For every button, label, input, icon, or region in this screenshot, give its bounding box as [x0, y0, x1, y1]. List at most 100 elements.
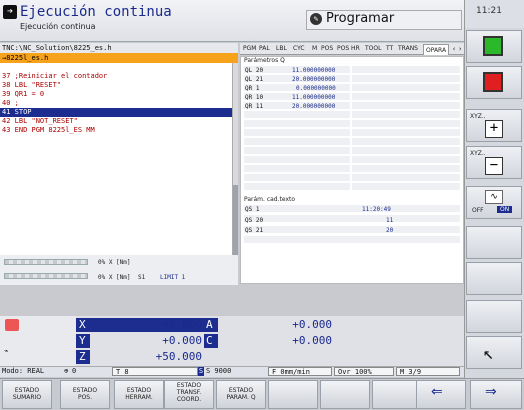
q-param-value: 0.000000000 — [296, 85, 336, 92]
program-file[interactable]: →8225l_es.h — [0, 53, 238, 63]
q-param-name: QR 1 — [245, 85, 260, 92]
mode-subtitle: Ejecución continua — [20, 22, 96, 31]
q-param-name: QR 11 — [245, 103, 264, 110]
softkey-empty[interactable] — [466, 262, 522, 295]
tab-pgm[interactable]: PGM — [243, 45, 256, 52]
zoom-out-button[interactable]: XYZ.. − — [466, 146, 522, 179]
softkey-page-back[interactable]: ⇐ — [416, 380, 466, 409]
axis-c-label: C — [204, 334, 218, 348]
nc-stop-button[interactable] — [466, 66, 522, 99]
qs-param-name: QS 1 — [245, 206, 260, 213]
spindle-icon: S — [198, 367, 204, 376]
spindle-override-label: 0% X [Nm] — [98, 274, 131, 281]
datum-value: 0 — [72, 367, 77, 375]
qs-param-value: 20 — [386, 227, 394, 234]
program-path: TNC:\NC_Solution\8225_es.h — [0, 43, 238, 53]
tab-cyc[interactable]: CYC — [293, 45, 305, 52]
q-param-name: QR 10 — [245, 94, 264, 101]
nc-stop-icon — [483, 72, 503, 92]
program-listing[interactable]: 37 ;Reiniciar el contador 38 LBL "RESET"… — [0, 63, 232, 285]
tab-tt[interactable]: TT — [386, 45, 393, 52]
feed-mode-icon: ⌁ — [4, 347, 9, 355]
q-param-value: 11.000000000 — [292, 94, 336, 101]
softkey-estado-param-q[interactable]: ESTADO PARAM. Q — [216, 380, 266, 409]
tab-pal[interactable]: PAL — [259, 45, 270, 52]
program-mode-icon: ✎ — [310, 13, 322, 25]
status-line — [0, 366, 464, 377]
spindle-override-bar — [4, 273, 88, 279]
spindle-s1-label: S1 — [138, 274, 146, 281]
q-params-group-label: Parámetros Q — [244, 57, 285, 64]
page-navigate-button[interactable]: ↖ — [466, 336, 522, 369]
axis-z-value: +50.000 — [155, 350, 202, 363]
softkey-estado-transf[interactable]: ESTADO TRANSF. COORD. — [164, 380, 214, 409]
tab-pos[interactable]: POS — [321, 45, 333, 52]
softkey-estado-pos[interactable]: ESTADO POS. — [60, 380, 110, 409]
arrow-diagonal-icon: ↖ — [483, 343, 494, 364]
feed-override-bar — [4, 259, 88, 265]
mode-title: Ejecución continua — [20, 4, 172, 20]
q-param-name: QL 20 — [245, 67, 264, 74]
program-line-selected[interactable]: 41 STOP — [0, 108, 232, 117]
axis-y-label: Y — [76, 334, 90, 348]
tab-m[interactable]: M — [312, 45, 317, 52]
qs-param-name: QS 20 — [245, 217, 264, 224]
softkey-empty[interactable] — [466, 226, 522, 259]
softkey-empty[interactable] — [372, 380, 422, 409]
zoom-in-button[interactable]: XYZ.. + — [466, 109, 522, 142]
softkey-estado-herram[interactable]: ESTADO HERRAM. — [114, 380, 164, 409]
stop-icon — [5, 319, 19, 331]
qs-param-value: 11 — [386, 217, 394, 224]
qs-params-group-label: Parám. cad.texto — [244, 196, 296, 203]
mode-indicator: Modo: REAL — [2, 367, 45, 375]
tab-lbl[interactable]: LBL — [276, 45, 287, 52]
datum-icon: ⊕ — [64, 367, 69, 375]
axis-z-label: Z — [76, 350, 90, 364]
override-panel: 0% X [Nm] 0% X [Nm] S1 LIMIT 1 — [0, 255, 238, 285]
program-line[interactable]: 43 END PGM 8225l_ES MM — [2, 126, 95, 135]
tab-tool[interactable]: TOOL — [365, 45, 381, 52]
spindle-indicator: S 9000 — [206, 367, 232, 375]
program-line[interactable]: 40 ; — [2, 99, 19, 108]
program-line[interactable]: 38 LBL "RESET" — [2, 81, 61, 90]
program-line[interactable]: 37 ;Reiniciar el contador — [2, 72, 107, 81]
program-scrollbar-thumb[interactable] — [233, 185, 238, 255]
q-param-value: 20.000000000 — [292, 103, 336, 110]
softkey-empty[interactable] — [268, 380, 318, 409]
override-indicator: Ovr 100% — [334, 367, 394, 376]
minus-icon: − — [485, 157, 503, 175]
tab-pos-hr[interactable]: POS HR — [337, 45, 360, 52]
nc-start-icon — [483, 36, 503, 56]
plus-icon: + — [485, 120, 503, 138]
softkey-empty[interactable] — [320, 380, 370, 409]
qs-param-value: 11:20:49 — [362, 206, 391, 213]
axis-y-value: +0.000 — [162, 334, 202, 347]
tab-trans[interactable]: TRANS — [398, 45, 418, 52]
tool-indicator: T 8 — [112, 367, 198, 376]
softkey-page-forward[interactable]: ⇒ — [470, 380, 522, 409]
feed-toggle-button[interactable]: ∿ OFF ON — [466, 186, 522, 219]
clock: 11:21 — [476, 6, 502, 16]
axis-x-value: +0.000 — [162, 318, 202, 331]
tab-scroll-right-icon[interactable]: › — [458, 45, 462, 53]
axis-a-label: A — [204, 318, 218, 332]
tab-scroll-left-icon[interactable]: ‹ — [452, 45, 456, 53]
feed-indicator: F 0mm/min — [268, 367, 332, 376]
limit-label: LIMIT 1 — [160, 274, 186, 281]
nc-start-button[interactable] — [466, 30, 522, 63]
q-param-value: 20.000000000 — [292, 76, 336, 83]
softkey-estado-sumario[interactable]: ESTADO SUMARIO — [2, 380, 52, 409]
axis-a-value: +0.000 — [292, 318, 332, 331]
q-param-name: QL 21 — [245, 76, 264, 83]
softkey-empty[interactable] — [466, 300, 522, 333]
program-line[interactable]: 39 QR1 = 0 — [2, 90, 44, 99]
program-mode-label: Programar — [326, 11, 395, 26]
m-function-indicator: M 3/9 — [396, 367, 460, 376]
q-param-value: 11.000000000 — [292, 67, 336, 74]
tab-opara[interactable]: OPARA — [423, 44, 450, 55]
program-line[interactable]: 42 LBL "NOT_RESET" — [2, 117, 78, 126]
mode-run-icon: ➔ — [3, 5, 17, 19]
qs-param-name: QS 21 — [245, 227, 264, 234]
axis-c-value: +0.000 — [292, 334, 332, 347]
arrow-right-icon: ⇒ — [485, 384, 497, 400]
